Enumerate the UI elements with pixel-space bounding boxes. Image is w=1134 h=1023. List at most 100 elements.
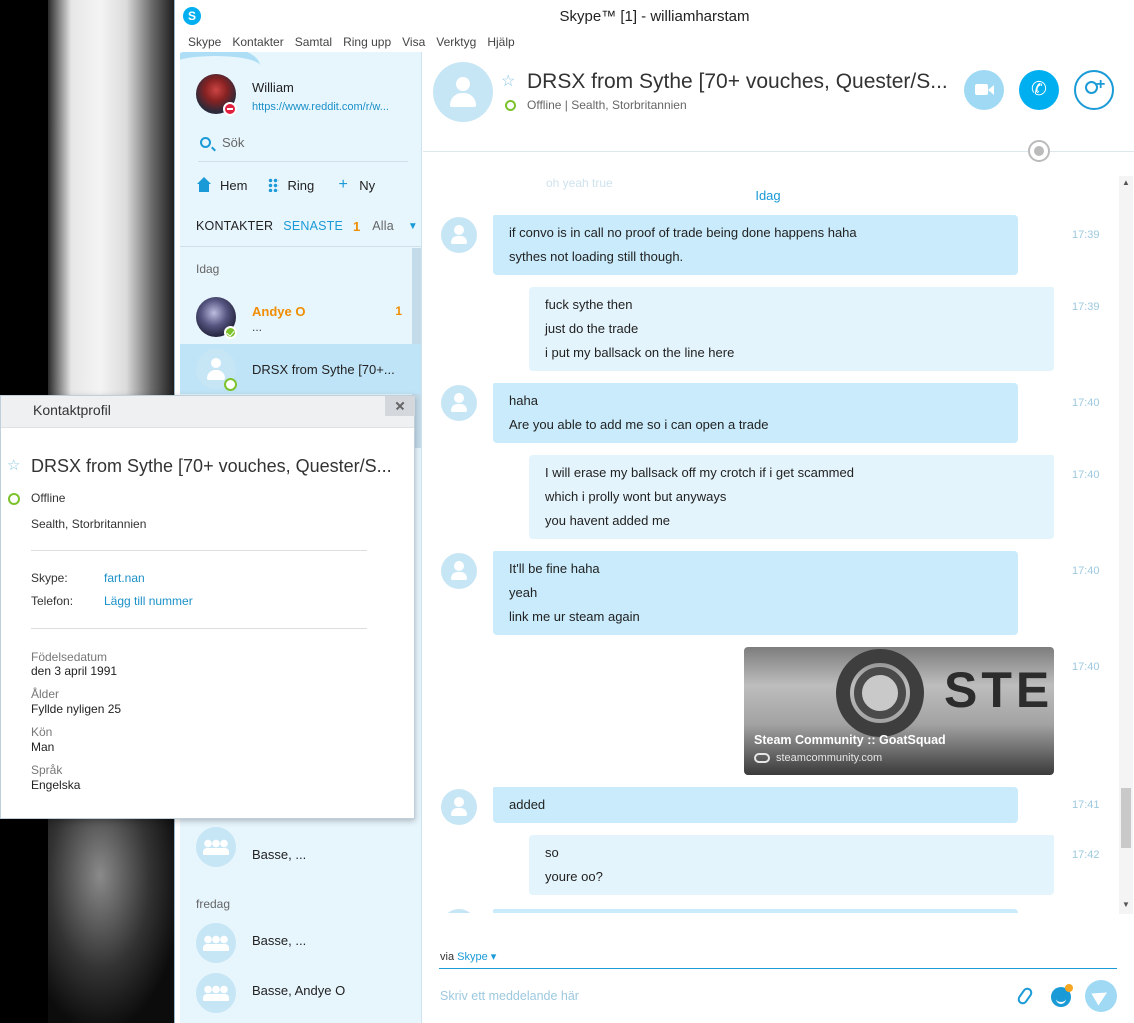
scroll-up-icon[interactable]: ▲ bbox=[1122, 178, 1130, 187]
chevron-down-icon[interactable]: ▼ bbox=[408, 221, 418, 232]
new-button[interactable]: + Ny bbox=[335, 174, 376, 196]
home-label: Hem bbox=[220, 177, 248, 193]
menu-skype[interactable]: Skype bbox=[188, 32, 221, 52]
my-mood-message[interactable]: https://www.reddit.com/r/w... bbox=[252, 101, 412, 113]
contact-avatar[interactable] bbox=[433, 62, 493, 122]
profile-status: Offline bbox=[31, 491, 66, 505]
link-preview-card[interactable]: STE Steam Community :: GoatSquad steamco… bbox=[744, 647, 1054, 775]
dial-label: Ring bbox=[287, 177, 315, 193]
skype-name-link[interactable]: fart.nan bbox=[104, 571, 145, 585]
emoticon-icon[interactable] bbox=[1051, 984, 1073, 1007]
card-domain: steamcommunity.com bbox=[776, 752, 883, 764]
sender-avatar bbox=[441, 385, 477, 421]
message-time: 17:40 bbox=[1072, 397, 1100, 409]
menu-kontakter[interactable]: Kontakter bbox=[232, 32, 283, 52]
search-icon bbox=[200, 137, 211, 148]
title-bar[interactable]: S Skype™ [1] - williamharstam bbox=[175, 0, 1134, 32]
dial-button[interactable]: Ring bbox=[268, 174, 314, 196]
message-time: 17:39 bbox=[1072, 301, 1100, 313]
message-time: 17:39 bbox=[1072, 229, 1100, 241]
sender-avatar bbox=[441, 553, 477, 589]
list-item[interactable]: Basse, ... bbox=[180, 918, 421, 968]
home-button[interactable]: Hem bbox=[196, 174, 247, 196]
attach-file-icon[interactable] bbox=[1015, 985, 1035, 1007]
message-preview: ... bbox=[252, 320, 263, 334]
message-bubble[interactable]: I will erase my ballsack off my crotch i… bbox=[529, 455, 1054, 539]
divider bbox=[31, 628, 367, 629]
birthday-value: den 3 april 1991 bbox=[31, 664, 118, 678]
menu-bar: Skype Kontakter Samtal Ring upp Visa Ver… bbox=[175, 32, 1134, 52]
call-button[interactable] bbox=[1019, 70, 1059, 110]
contact-name: Andye O bbox=[252, 304, 306, 319]
quick-actions: Hem Ring + Ny bbox=[196, 174, 396, 196]
message-time: 17:42 bbox=[1072, 849, 1100, 861]
list-item[interactable]: Andye O ... 1 bbox=[180, 292, 421, 342]
steam-logo-inner bbox=[854, 667, 906, 719]
gender-label: Kön bbox=[31, 725, 53, 739]
message-list[interactable]: oh yeah true Idag if convo is in call no… bbox=[423, 153, 1123, 913]
favorite-star-icon[interactable]: ☆ bbox=[501, 71, 515, 91]
menu-samtal[interactable]: Samtal bbox=[295, 32, 332, 52]
contact-profile-dialog: Kontaktprofil ☆ DRSX from Sythe [70+ vou… bbox=[0, 395, 415, 819]
status-location: Offline | Sealth, Storbritannien bbox=[527, 98, 687, 112]
profile-location: Sealth, Storbritannien bbox=[31, 517, 147, 531]
age-label: Ålder bbox=[31, 687, 60, 701]
unread-badge: 1 bbox=[395, 304, 402, 318]
my-name: William bbox=[252, 80, 294, 95]
message-time: 17:40 bbox=[1072, 565, 1100, 577]
message-bubble[interactable]: added bbox=[493, 787, 1018, 823]
contact-name: Basse, ... bbox=[252, 847, 307, 862]
via-service[interactable]: via Skype ▾ bbox=[440, 950, 496, 963]
menu-ring-upp[interactable]: Ring upp bbox=[343, 32, 391, 52]
language-label: Språk bbox=[31, 763, 63, 777]
list-item-selected[interactable]: DRSX from Sythe [70+... bbox=[180, 344, 421, 394]
menu-hjalp[interactable]: Hjälp bbox=[487, 32, 514, 52]
group-header-friday: fredag bbox=[196, 897, 231, 911]
tab-recent[interactable]: SENASTE bbox=[283, 219, 343, 233]
my-profile[interactable]: William https://www.reddit.com/r/w... bbox=[196, 72, 421, 122]
message-scrollbar[interactable]: ▲ ▼ bbox=[1119, 176, 1133, 914]
message-bubble[interactable]: haha Are you able to add me so i can ope… bbox=[493, 383, 1018, 443]
group-icon bbox=[196, 827, 236, 867]
add-people-button[interactable] bbox=[1074, 70, 1114, 110]
list-item[interactable]: Basse, Andye O bbox=[180, 968, 421, 1018]
add-phone-link[interactable]: Lägg till nummer bbox=[104, 594, 193, 608]
contact-tabs: KONTAKTER SENASTE 1 Alla ▼ bbox=[196, 216, 418, 236]
tab-contacts[interactable]: KONTAKTER bbox=[196, 219, 273, 233]
close-icon[interactable] bbox=[385, 396, 415, 416]
card-title: Steam Community :: GoatSquad bbox=[754, 733, 946, 747]
birthday-label: Födelsedatum bbox=[31, 650, 108, 664]
conversation-title[interactable]: DRSX from Sythe [70+ vouches, Quester/S.… bbox=[527, 70, 948, 94]
list-item[interactable]: Basse, ... bbox=[180, 822, 421, 872]
favorite-star-icon[interactable]: ☆ bbox=[7, 456, 20, 474]
message-bubble[interactable]: so youre oo? bbox=[529, 835, 1054, 895]
sender-avatar bbox=[441, 217, 477, 253]
menu-verktyg[interactable]: Verktyg bbox=[436, 32, 476, 52]
compose-divider bbox=[439, 968, 1117, 969]
conversation-pane: ☆ DRSX from Sythe [70+ vouches, Quester/… bbox=[423, 52, 1134, 1023]
video-call-button[interactable] bbox=[964, 70, 1004, 110]
day-separator: Idag bbox=[755, 188, 781, 203]
offline-status-icon bbox=[8, 493, 20, 505]
dialpad-icon bbox=[268, 178, 280, 192]
service-dropdown[interactable]: Skype ▾ bbox=[457, 951, 496, 963]
scroll-thumb[interactable] bbox=[1121, 788, 1131, 848]
scroll-down-icon[interactable]: ▼ bbox=[1122, 900, 1130, 909]
message-time: 17:40 bbox=[1072, 661, 1100, 673]
dialog-title-bar[interactable]: Kontaktprofil bbox=[1, 396, 415, 428]
phone-label: Telefon: bbox=[31, 594, 74, 608]
search-box[interactable]: Sök bbox=[198, 132, 408, 162]
send-button[interactable] bbox=[1085, 980, 1117, 1012]
search-input[interactable]: Sök bbox=[222, 135, 244, 150]
menu-visa[interactable]: Visa bbox=[402, 32, 425, 52]
message-bubble[interactable] bbox=[493, 909, 1018, 913]
message-bubble[interactable]: fuck sythe then just do the trade i put … bbox=[529, 287, 1054, 371]
divider bbox=[180, 246, 421, 247]
do-not-disturb-status-icon[interactable] bbox=[223, 102, 237, 116]
message-input[interactable]: Skriv ett meddelande här bbox=[440, 989, 579, 1003]
message-bubble[interactable]: if convo is in call no proof of trade be… bbox=[493, 215, 1018, 275]
age-value: Fyllde nyligen 25 bbox=[31, 702, 122, 716]
link-icon bbox=[754, 753, 770, 763]
message-bubble[interactable]: It'll be fine haha yeah link me ur steam… bbox=[493, 551, 1018, 635]
filter-dropdown[interactable]: Alla bbox=[372, 219, 394, 233]
